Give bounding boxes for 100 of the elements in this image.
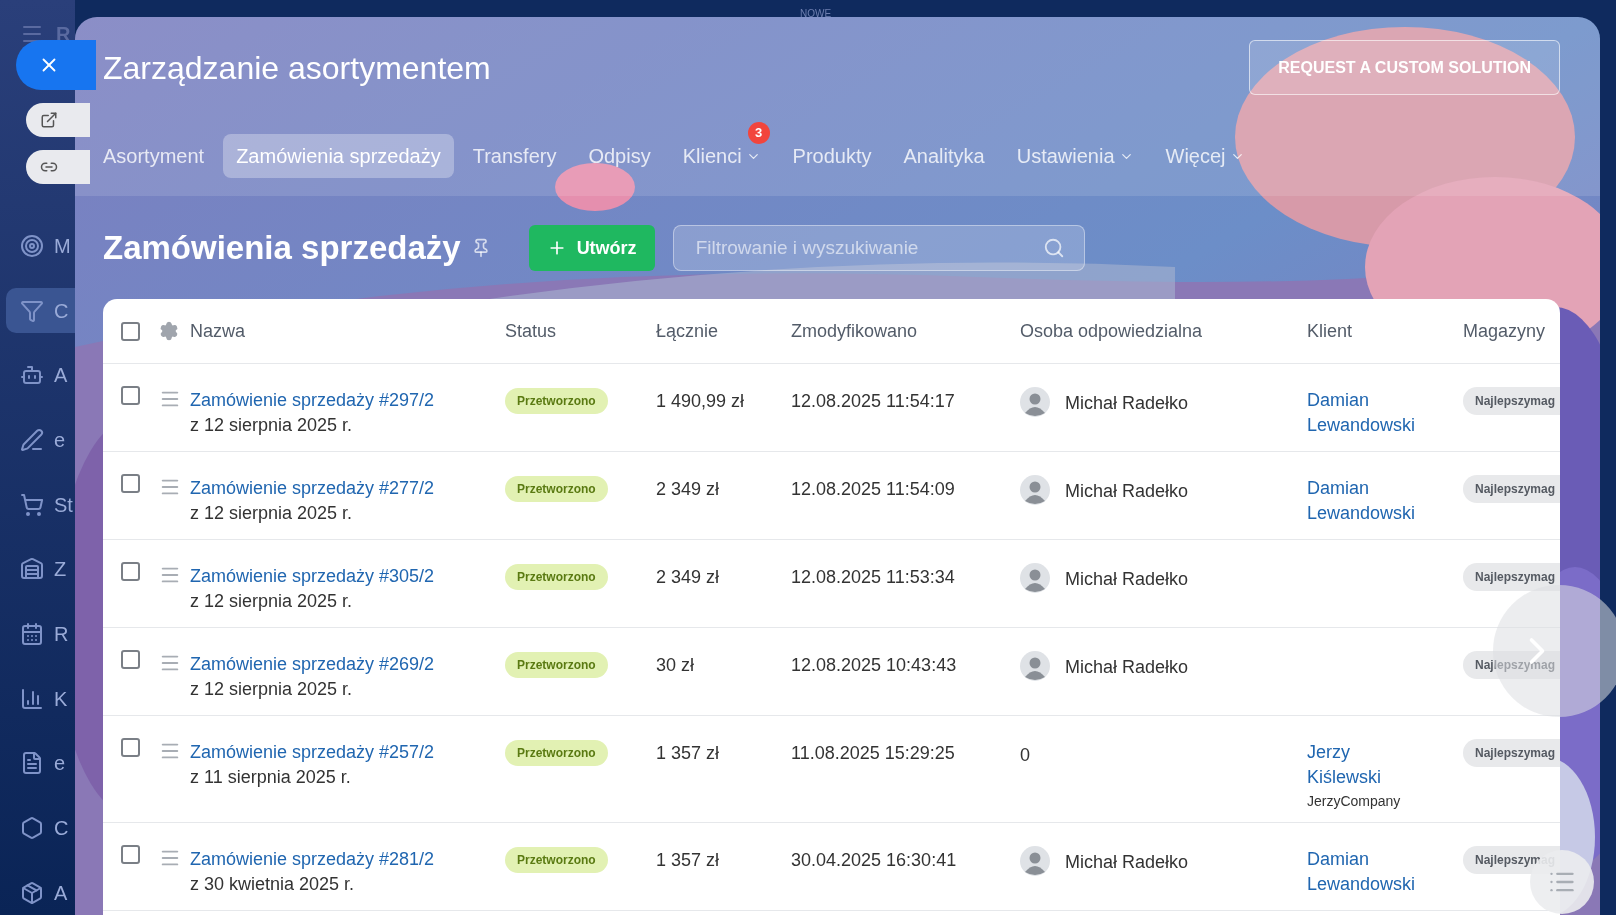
responsible-person: Michał Radełko: [1065, 392, 1189, 415]
warehouse-tag: Najlepszymag: [1463, 739, 1560, 767]
column-header[interactable]: Klient: [1307, 317, 1463, 345]
order-total: 2 349 zł: [656, 566, 721, 589]
order-total: 30 zł: [656, 654, 696, 677]
sidebar-item[interactable]: C: [6, 288, 75, 333]
sidebar-item[interactable]: C: [6, 805, 75, 851]
status-label: Przetworzono: [505, 476, 608, 502]
order-date: z 12 sierpnia 2025 r.: [190, 414, 354, 437]
sidebar-item[interactable]: R: [6, 611, 75, 657]
sidebar-item[interactable]: St: [6, 482, 75, 527]
order-date: z 12 sierpnia 2025 r.: [190, 590, 354, 613]
column-header[interactable]: Nazwa: [190, 317, 505, 345]
sidebar-label: A: [54, 880, 68, 906]
modified-date: 12.08.2025 10:43:43: [791, 654, 958, 677]
responsible-person: Michał Radełko: [1065, 480, 1189, 503]
box-icon: [20, 880, 44, 905]
status-label: Przetworzono: [505, 847, 608, 873]
column-header[interactable]: Łącznie: [656, 317, 791, 345]
order-link[interactable]: Zamówienie sprzedaży #305/2: [190, 564, 505, 589]
client-link[interactable]: Damian Lewandowski: [1307, 847, 1463, 897]
column-header[interactable]: Osoba odpowiedzialna: [1020, 317, 1307, 345]
order-total: 1 357 zł: [656, 849, 721, 872]
cart-icon: [20, 492, 44, 517]
close-button[interactable]: [16, 40, 96, 90]
top-label: NOWE: [800, 7, 832, 21]
column-header[interactable]: Magazyny: [1463, 317, 1560, 345]
responsible-person: Michał Radełko: [1065, 656, 1189, 679]
order-total: 1 357 zł: [656, 742, 721, 765]
checkbox[interactable]: [121, 738, 140, 757]
warehouse-tag: Najlepszymag: [1463, 651, 1560, 679]
building-icon: [20, 557, 44, 582]
window-title: Zarządzanie asortymentem: [103, 48, 491, 88]
checkbox[interactable]: [121, 562, 140, 581]
checkbox[interactable]: [121, 474, 140, 493]
settings-icon[interactable]: [159, 321, 179, 341]
sidebar-label: K: [54, 686, 68, 712]
checkbox[interactable]: [121, 386, 140, 405]
order-total: 2 349 zł: [656, 478, 721, 501]
open-new-window-button[interactable]: [26, 103, 90, 137]
sidebar-item[interactable]: M: [6, 223, 75, 269]
sidebar-label: R: [54, 621, 69, 647]
bar-chart-icon: [20, 686, 44, 711]
sidebar-item[interactable]: Z: [6, 546, 75, 592]
order-total: 1 490,99 zł: [656, 390, 746, 413]
page-heading: Zamówienia sprzedaży: [103, 228, 461, 269]
order-link[interactable]: Zamówienie sprzedaży #257/2: [190, 740, 505, 765]
responsible-person: Michał Radełko: [1065, 568, 1189, 591]
sidebar-item[interactable]: e: [6, 741, 75, 786]
sidebar-label: e: [54, 751, 66, 777]
order-date: z 12 sierpnia 2025 r.: [190, 678, 354, 701]
order-link[interactable]: Zamówienie sprzedaży #269/2: [190, 652, 505, 677]
search-field[interactable]: Filtrowanie i wyszukiwanie: [672, 225, 1085, 271]
order-link[interactable]: Zamówienie sprzedaży #281/2: [190, 847, 505, 872]
order-link[interactable]: Zamówienie sprzedaży #277/2: [190, 476, 505, 501]
modified-date: 12.08.2025 11:54:09: [791, 478, 956, 501]
client-link[interactable]: Damian Lewandowski: [1307, 476, 1463, 526]
pen-icon: [20, 427, 44, 452]
column-header[interactable]: Status: [505, 317, 656, 345]
client-link[interactable]: Damian Lewandowski: [1307, 388, 1463, 438]
client-link[interactable]: Jerzy Kiślewski: [1307, 740, 1463, 790]
status-label: Przetworzono: [505, 740, 608, 766]
client-company: JerzyCompany: [1307, 792, 1402, 811]
modified-date: 12.08.2025 11:54:17: [791, 390, 956, 413]
sidebar-label: C: [54, 298, 69, 324]
checkbox[interactable]: [121, 321, 140, 341]
sidebar-label: St: [54, 492, 73, 518]
sidebar-label: C: [54, 816, 69, 841]
modified-date: 11.08.2025 15:29:25: [791, 742, 956, 765]
column-header[interactable]: Zmodyfikowano: [791, 317, 1020, 345]
sidebar-item[interactable]: e: [6, 417, 75, 463]
funnel-icon: [20, 298, 44, 323]
status-label: Przetworzono: [505, 388, 608, 414]
order-date: z 30 kwietnia 2025 r.: [190, 873, 356, 896]
hexagon-icon: [20, 816, 44, 840]
warehouse-tag: Najlepszymag: [1463, 475, 1560, 503]
checkbox[interactable]: [121, 650, 140, 669]
document-icon: [20, 751, 44, 776]
modified-date: 12.08.2025 11:53:34: [791, 566, 956, 589]
copy-link-button[interactable]: [26, 150, 90, 184]
warehouse-tag: Najlepszymag: [1463, 387, 1560, 415]
order-date: z 12 sierpnia 2025 r.: [190, 502, 354, 525]
responsible-person: Michał Radełko: [1065, 851, 1189, 874]
order-date: z 11 sierpnia 2025 r.: [190, 766, 352, 789]
status-label: Przetworzono: [505, 652, 608, 678]
warehouse-tag: Najlepszymag: [1463, 563, 1560, 591]
sidebar-item[interactable]: K: [6, 676, 75, 721]
modified-date: 30.04.2025 16:30:41: [791, 849, 958, 872]
target-icon: [20, 233, 44, 258]
sidebar-item[interactable]: A: [6, 870, 75, 915]
external-link-icon: [40, 111, 58, 129]
sidebar-label: e: [54, 427, 66, 453]
checkbox[interactable]: [121, 845, 140, 864]
calendar-icon: [20, 621, 44, 646]
search-icon: [1042, 237, 1065, 259]
sidebar-label: Z: [54, 557, 67, 583]
sidebar-label: M: [54, 233, 71, 259]
sidebar-item[interactable]: A: [6, 352, 75, 398]
order-link[interactable]: Zamówienie sprzedaży #297/2: [190, 388, 505, 413]
status-label: Przetworzono: [505, 564, 608, 590]
